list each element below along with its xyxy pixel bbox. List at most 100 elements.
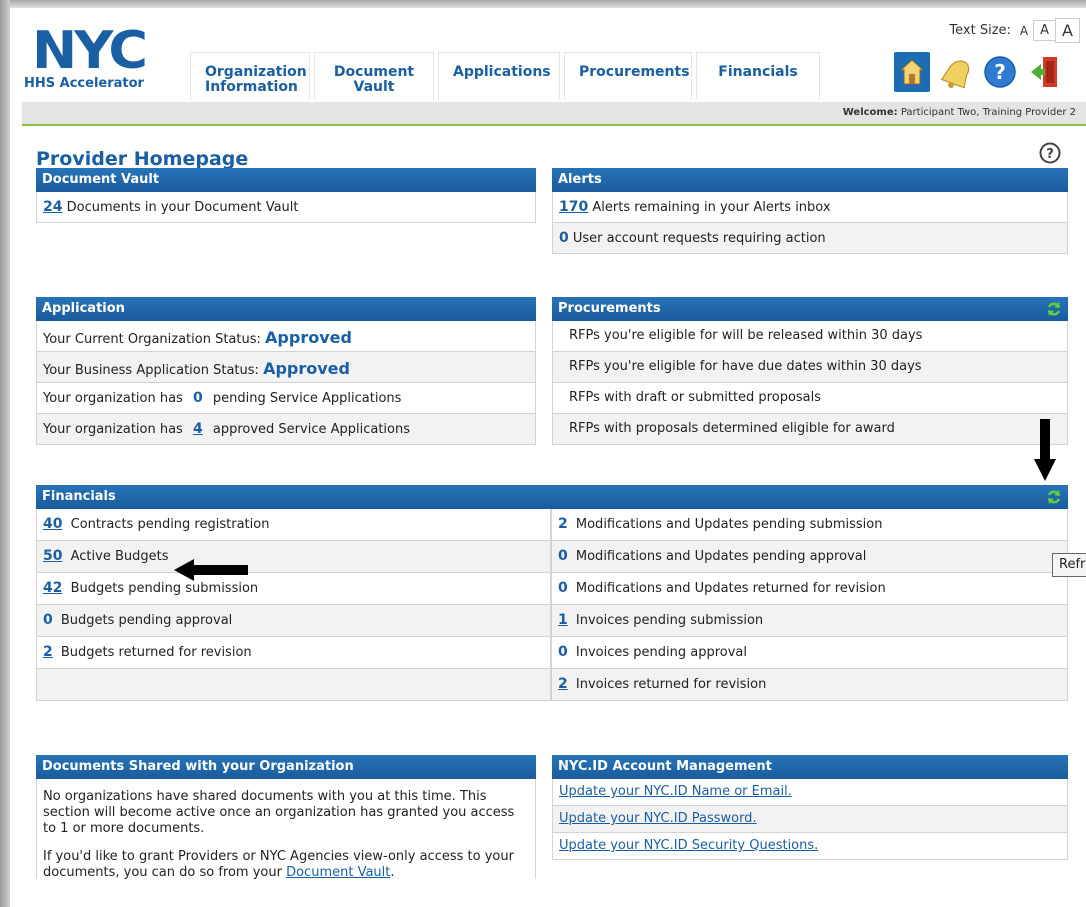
procurements-refresh-button[interactable] bbox=[1046, 301, 1062, 317]
contracts-pending-count-link[interactable]: 40 bbox=[43, 516, 62, 532]
nycid-link-row: Update your NYC.ID Security Questions. bbox=[552, 833, 1068, 860]
help-circle-icon: ? bbox=[1039, 142, 1061, 164]
welcome-user: Participant Two, Training Provider 2 bbox=[900, 107, 1076, 118]
financials-title: Financials bbox=[42, 489, 116, 504]
tab-applications[interactable]: Applications bbox=[438, 52, 560, 100]
alerts-button[interactable] bbox=[938, 52, 974, 92]
tab-label-line1: Procurements bbox=[579, 64, 690, 80]
procurement-row: RFPs with proposals determined eligible … bbox=[552, 414, 1068, 445]
alerts-text: Alerts remaining in your Alerts inbox bbox=[592, 200, 831, 215]
page-help-button[interactable]: ? bbox=[1039, 142, 1061, 168]
update-password-link[interactable]: Update your NYC.ID Password. bbox=[559, 811, 757, 826]
procurements-header: Procurements bbox=[552, 297, 1068, 321]
budgets-pending-approval-text: Budgets pending approval bbox=[60, 613, 233, 628]
biz-status-label: Your Business Application Status: bbox=[43, 363, 259, 378]
biz-status-value: Approved bbox=[263, 359, 350, 378]
invoices-pending-submission-count-link[interactable]: 1 bbox=[558, 612, 568, 628]
documents-shared-title: Documents Shared with your Organization bbox=[36, 755, 536, 779]
update-name-email-link[interactable]: Update your NYC.ID Name or Email. bbox=[559, 784, 792, 799]
contracts-pending-row: 40 Contracts pending registration bbox=[36, 509, 551, 541]
help-button[interactable]: ? bbox=[982, 52, 1018, 92]
budgets-pending-submission-count-link[interactable]: 42 bbox=[43, 580, 62, 596]
tab-organization-information[interactable]: Organization Information bbox=[190, 52, 310, 100]
logo[interactable]: NYC HHS Accelerator bbox=[22, 24, 162, 94]
invoices-pending-submission-text: Invoices pending submission bbox=[575, 613, 764, 628]
invoices-pending-approval-text: Invoices pending approval bbox=[575, 645, 748, 660]
active-budgets-text: Active Budgets bbox=[70, 549, 169, 564]
tab-label-line1: Financials bbox=[718, 64, 798, 80]
main-nav: Organization Information Document Vault … bbox=[190, 52, 824, 102]
tab-financials[interactable]: Financials bbox=[696, 52, 820, 100]
financials-refresh-button[interactable] bbox=[1046, 489, 1062, 505]
financials-budgets-column: 40 Contracts pending registration 50 Act… bbox=[36, 509, 551, 701]
procurement-row: RFPs with draft or submitted proposals bbox=[552, 383, 1068, 414]
active-budgets-count-link[interactable]: 50 bbox=[43, 548, 62, 564]
logout-door-icon bbox=[1031, 57, 1057, 87]
document-vault-panel: Document Vault 24 Documents in your Docu… bbox=[36, 168, 536, 223]
mods-pending-submission-count: 2 bbox=[558, 516, 568, 532]
welcome-label: Welcome: bbox=[842, 107, 898, 118]
approved-apps-count-link[interactable]: 4 bbox=[193, 421, 203, 437]
procurement-row-text: RFPs with proposals determined eligible … bbox=[569, 421, 895, 436]
text-size-control: Text Size: A A A bbox=[949, 18, 1080, 43]
tab-label-line1: Organization bbox=[205, 64, 307, 80]
procurements-panel: Procurements RFPs you're eligible for wi… bbox=[552, 297, 1068, 445]
alerts-row: 170 Alerts remaining in your Alerts inbo… bbox=[552, 192, 1068, 223]
pending-apps-row: Your organization has 0 pending Service … bbox=[36, 383, 536, 414]
procurement-row: RFPs you're eligible for will be release… bbox=[552, 321, 1068, 352]
text-size-medium-button[interactable]: A bbox=[1033, 20, 1057, 41]
header: NYC HHS Accelerator Text Size: A A A Org… bbox=[22, 12, 1086, 102]
alerts-count-link[interactable]: 170 bbox=[559, 199, 588, 215]
logout-button[interactable] bbox=[1026, 52, 1062, 92]
financials-header: Financials bbox=[36, 485, 1068, 509]
tab-document-vault[interactable]: Document Vault bbox=[314, 52, 434, 100]
invoices-returned-count-link[interactable]: 2 bbox=[558, 676, 568, 692]
logo-nyc-text: NYC bbox=[32, 20, 148, 81]
budgets-returned-text: Budgets returned for revision bbox=[60, 645, 252, 660]
update-security-questions-link[interactable]: Update your NYC.ID Security Questions. bbox=[559, 838, 818, 853]
logo-subtitle: HHS Accelerator bbox=[24, 76, 144, 91]
pending-apps-prefix: Your organization has bbox=[43, 391, 183, 406]
toolbar-icons: ? bbox=[894, 52, 1070, 92]
text-size-large-button[interactable]: A bbox=[1055, 18, 1080, 43]
user-requests-count: 0 bbox=[559, 230, 569, 246]
document-count-link[interactable]: 24 bbox=[43, 199, 62, 215]
nycid-panel: NYC.ID Account Management Update your NY… bbox=[552, 755, 1068, 860]
mods-returned-text: Modifications and Updates returned for r… bbox=[575, 581, 886, 596]
callout-arrow-left-icon bbox=[174, 559, 248, 581]
home-icon bbox=[900, 59, 924, 85]
financials-panel: Financials 40 Contracts pending registra… bbox=[36, 485, 1068, 701]
budgets-returned-count-link[interactable]: 2 bbox=[43, 644, 53, 660]
financials-modifications-column: 2 Modifications and Updates pending subm… bbox=[551, 509, 1068, 701]
welcome-bar: Welcome: Participant Two, Training Provi… bbox=[22, 102, 1086, 126]
invoices-pending-approval-row: 0 Invoices pending approval bbox=[551, 637, 1068, 669]
budgets-pending-submission-text: Budgets pending submission bbox=[70, 581, 259, 596]
document-vault-text: Documents in your Document Vault bbox=[66, 200, 299, 215]
documents-shared-panel: Documents Shared with your Organization … bbox=[36, 755, 536, 880]
help-icon: ? bbox=[984, 56, 1016, 88]
page-title: Provider Homepage bbox=[36, 148, 249, 170]
budgets-returned-row: 2 Budgets returned for revision bbox=[36, 637, 551, 669]
mods-pending-submission-text: Modifications and Updates pending submis… bbox=[575, 517, 883, 532]
page: NYC HHS Accelerator Text Size: A A A Org… bbox=[22, 12, 1086, 907]
home-button[interactable] bbox=[894, 52, 930, 92]
tab-procurements[interactable]: Procurements bbox=[564, 52, 692, 100]
biz-status-row: Your Business Application Status: Approv… bbox=[36, 352, 536, 383]
procurements-title: Procurements bbox=[558, 301, 661, 316]
document-vault-link[interactable]: Document Vault bbox=[286, 865, 390, 880]
application-title: Application bbox=[36, 297, 536, 321]
org-status-value: Approved bbox=[265, 328, 352, 347]
svg-text:?: ? bbox=[994, 60, 1006, 84]
text-size-small-button[interactable]: A bbox=[1013, 21, 1035, 40]
period: . bbox=[390, 865, 395, 880]
approved-apps-suffix: approved Service Applications bbox=[212, 422, 411, 437]
document-vault-row: 24 Documents in your Document Vault bbox=[36, 192, 536, 223]
mods-pending-approval-row: 0 Modifications and Updates pending appr… bbox=[551, 541, 1068, 573]
invoices-returned-row: 2 Invoices returned for revision bbox=[551, 669, 1068, 701]
tab-label-line1: Applications bbox=[453, 64, 551, 80]
mods-pending-approval-count: 0 bbox=[558, 548, 568, 564]
refresh-tooltip: Refresh bbox=[1052, 553, 1086, 577]
frame-top-shadow bbox=[0, 0, 1086, 8]
tab-label-line2: Vault bbox=[353, 79, 395, 95]
callout-arrow-down-icon bbox=[1034, 419, 1056, 481]
